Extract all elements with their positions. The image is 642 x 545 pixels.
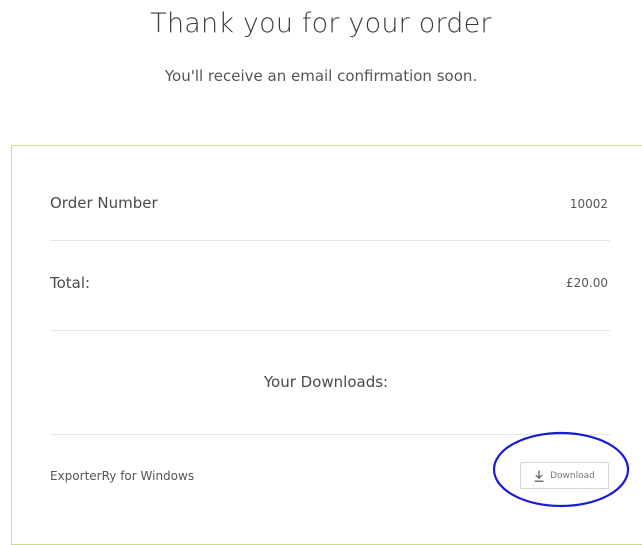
page-subtitle: You'll receive an email confirmation soo… bbox=[164, 67, 478, 85]
order-total-label: Total: bbox=[50, 274, 91, 292]
divider bbox=[50, 240, 610, 241]
order-number-label: Order Number bbox=[50, 194, 158, 212]
order-total-row: Total: £20.00 bbox=[50, 270, 608, 294]
download-item-name: ExporterRy for Windows bbox=[50, 469, 195, 483]
page-title: Thank you for your order bbox=[150, 8, 492, 39]
order-number-row: Order Number 10002 bbox=[50, 191, 608, 215]
download-button[interactable]: Download bbox=[520, 462, 609, 489]
order-total-value: £20.00 bbox=[566, 276, 608, 290]
divider bbox=[50, 434, 610, 435]
download-arrow-icon bbox=[534, 470, 544, 482]
download-button-label: Download bbox=[550, 470, 595, 481]
order-summary-card: Order Number 10002 Total: £20.00 Your Do… bbox=[11, 145, 642, 545]
divider bbox=[50, 330, 610, 331]
downloads-heading: Your Downloads: bbox=[263, 373, 389, 391]
order-number-value: 10002 bbox=[569, 197, 608, 211]
